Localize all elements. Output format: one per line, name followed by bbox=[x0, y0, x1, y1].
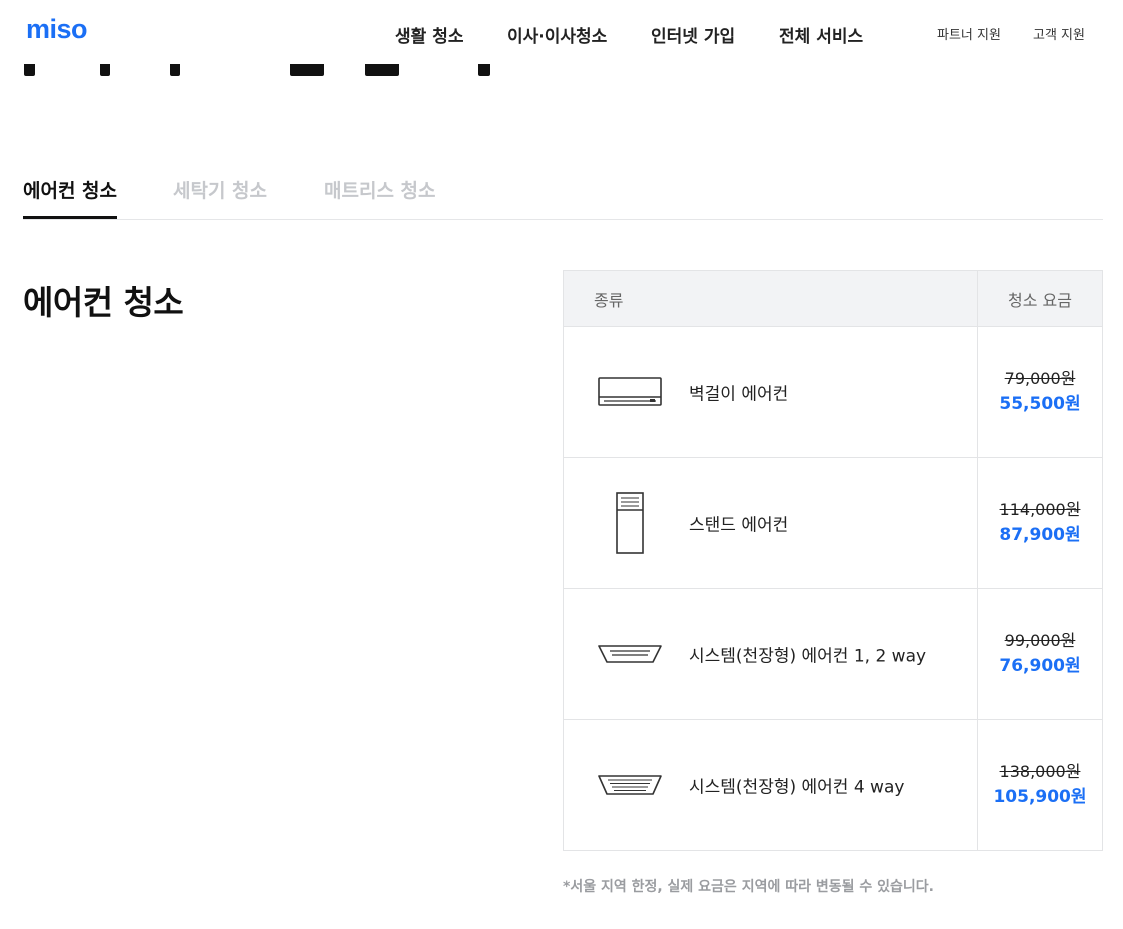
service-tabs: 에어컨 청소 세탁기 청소 매트리스 청소 bbox=[23, 176, 1103, 220]
table-row: 스탠드 에어컨 114,000원 87,900원 bbox=[563, 457, 1103, 589]
table-row: 시스템(천장형) 에어컨 4 way 138,000원 105,900원 bbox=[563, 719, 1103, 851]
sale-price: 55,500원 bbox=[999, 394, 1081, 414]
aircon-type-label: 시스템(천장형) 에어컨 1, 2 way bbox=[689, 646, 927, 667]
original-price: 138,000원 bbox=[999, 762, 1081, 781]
type-column-header: 종류 bbox=[563, 270, 978, 327]
hero-heading-clipped bbox=[0, 64, 1123, 76]
top-header: miso 생활 청소 이사·이사청소 인터넷 가입 전체 서비스 파트너 지원 … bbox=[0, 0, 1123, 64]
table-header-row: 종류 청소 요금 bbox=[563, 270, 1103, 327]
price-column-header: 청소 요금 bbox=[977, 270, 1103, 327]
nav-all-services[interactable]: 전체 서비스 bbox=[779, 22, 863, 47]
price-table: 종류 청소 요금 벽걸이 에어컨 79,000원 55,500원 스탠드 에어컨… bbox=[563, 270, 1103, 851]
type-cell: 벽걸이 에어컨 bbox=[563, 326, 978, 458]
tab-aircon-cleaning[interactable]: 에어컨 청소 bbox=[23, 176, 118, 219]
tab-washer-cleaning[interactable]: 세탁기 청소 bbox=[173, 176, 267, 219]
price-cell: 79,000원 55,500원 bbox=[977, 326, 1103, 458]
price-cell: 99,000원 76,900원 bbox=[977, 588, 1103, 720]
wall-aircon-icon bbox=[598, 360, 662, 424]
original-price: 99,000원 bbox=[1004, 631, 1076, 650]
aircon-type-label: 스탠드 에어컨 bbox=[689, 515, 789, 536]
original-price: 114,000원 bbox=[999, 500, 1081, 519]
nav-internet[interactable]: 인터넷 가입 bbox=[651, 22, 735, 47]
table-row: 벽걸이 에어컨 79,000원 55,500원 bbox=[563, 326, 1103, 458]
nav-customer-support[interactable]: 고객 지원 bbox=[1033, 24, 1085, 43]
original-price: 79,000원 bbox=[1004, 369, 1076, 388]
ceiling-aircon-4way-icon bbox=[598, 753, 662, 817]
ceiling-aircon-2way-icon bbox=[598, 622, 662, 686]
sale-price: 87,900원 bbox=[999, 525, 1081, 545]
stand-aircon-icon bbox=[598, 491, 662, 555]
sale-price: 76,900원 bbox=[999, 656, 1081, 676]
tab-mattress-cleaning[interactable]: 매트리스 청소 bbox=[324, 176, 436, 219]
section-title: 에어컨 청소 bbox=[23, 283, 184, 322]
nav-moving[interactable]: 이사·이사청소 bbox=[507, 22, 607, 47]
price-cell: 114,000원 87,900원 bbox=[977, 457, 1103, 589]
type-cell: 시스템(천장형) 에어컨 1, 2 way bbox=[563, 588, 978, 720]
price-footnote: *서울 지역 한정, 실제 요금은 지역에 따라 변동될 수 있습니다. bbox=[563, 879, 934, 895]
type-cell: 스탠드 에어컨 bbox=[563, 457, 978, 589]
miso-logo[interactable]: miso bbox=[26, 14, 88, 45]
sale-price: 105,900원 bbox=[993, 787, 1087, 807]
type-cell: 시스템(천장형) 에어컨 4 way bbox=[563, 719, 978, 851]
price-cell: 138,000원 105,900원 bbox=[977, 719, 1103, 851]
nav-home-cleaning[interactable]: 생활 청소 bbox=[395, 22, 463, 47]
table-row: 시스템(천장형) 에어컨 1, 2 way 99,000원 76,900원 bbox=[563, 588, 1103, 720]
aircon-type-label: 벽걸이 에어컨 bbox=[689, 384, 789, 405]
aircon-type-label: 시스템(천장형) 에어컨 4 way bbox=[689, 777, 905, 798]
nav-partner-support[interactable]: 파트너 지원 bbox=[937, 24, 1001, 43]
